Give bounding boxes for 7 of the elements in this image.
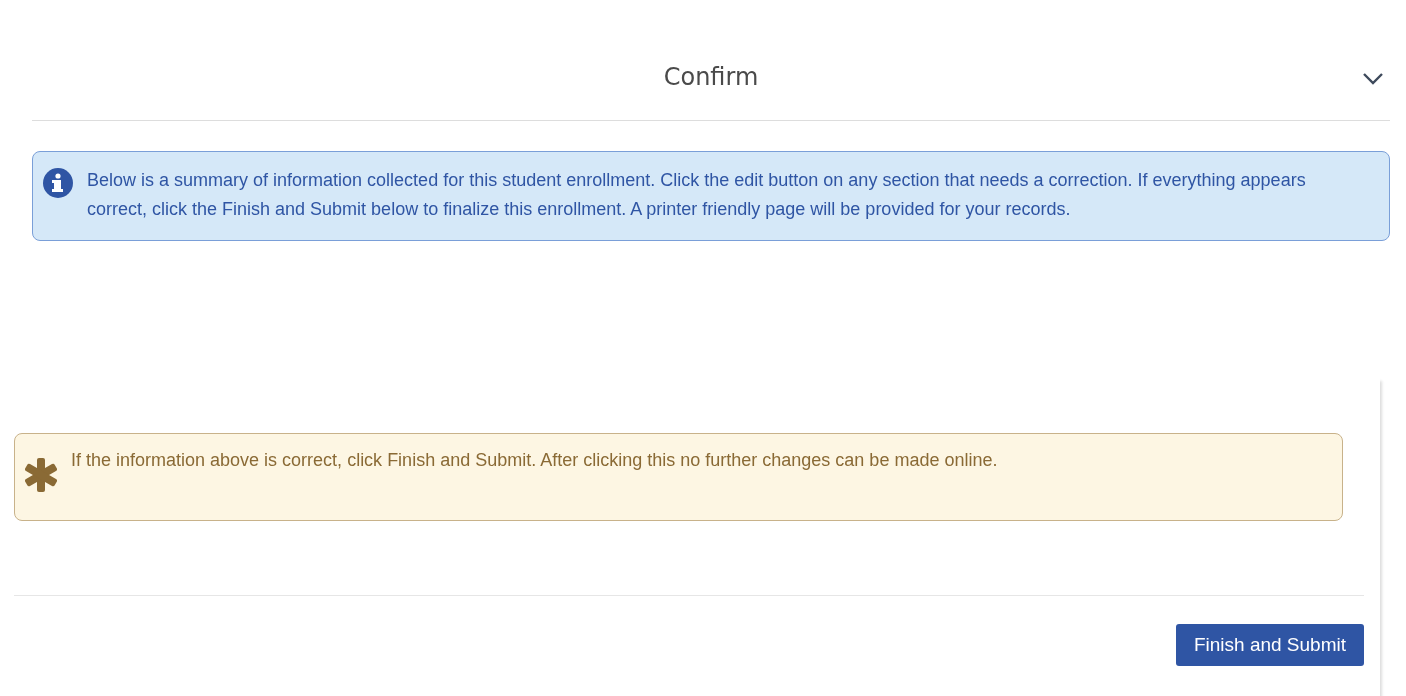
finish-submit-button[interactable]: Finish and Submit — [1175, 624, 1364, 666]
chevron-down-icon[interactable] — [1362, 72, 1384, 86]
info-icon — [43, 168, 73, 198]
panel-title: Confirm — [663, 63, 759, 91]
info-message: Below is a summary of information collected for this student enrollment. Click the edit button on any section that needs a correction. If everything appears correct, click the Finish and Submit below to finalize this enrollment. A printer friendly page will be provided for your records. — [87, 169, 1307, 221]
warning-message: If the information above is correct, click Finish and Submit. After clicking this no further changes can be made online. — [71, 449, 998, 472]
asterisk-icon — [25, 458, 57, 492]
